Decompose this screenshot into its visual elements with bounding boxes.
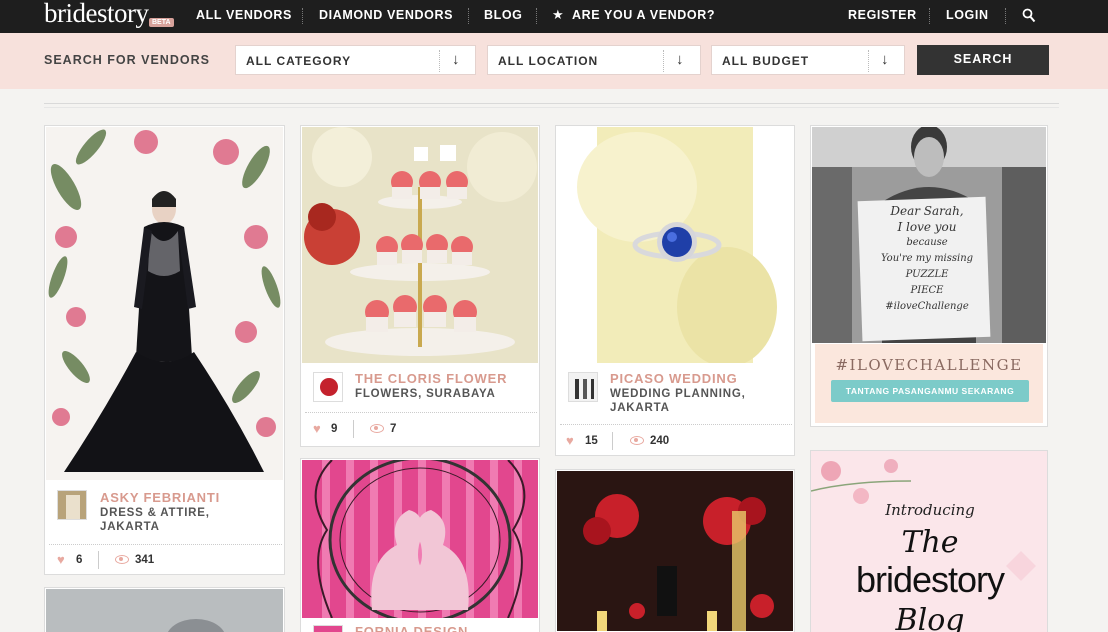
search-button[interactable]: SEARCH bbox=[917, 45, 1049, 75]
heart-icon[interactable]: ♥ bbox=[57, 552, 65, 567]
vendor-card[interactable]: FORNIA DESIGN bbox=[300, 458, 540, 632]
vendor-card[interactable]: ASKY FEBRIANTI DRESS & ATTIRE, JAKARTA ♥… bbox=[44, 125, 285, 575]
heart-icon[interactable]: ♥ bbox=[313, 421, 321, 436]
nav-divider bbox=[468, 8, 469, 24]
category-select[interactable]: ALL CATEGORY ↓ bbox=[235, 45, 476, 75]
vendor-name[interactable]: PICASO WEDDING bbox=[610, 371, 737, 386]
location-select-value: ALL LOCATION bbox=[498, 54, 599, 68]
vendor-photo[interactable] bbox=[302, 460, 538, 618]
stat-divider bbox=[98, 551, 99, 569]
divider bbox=[560, 424, 792, 425]
divider bbox=[44, 103, 1059, 104]
vendor-name[interactable]: THE CLORIS FLOWER bbox=[355, 371, 507, 386]
vendor-card[interactable] bbox=[44, 587, 285, 632]
search-label: SEARCH FOR VENDORS bbox=[44, 53, 210, 67]
arrow-down-icon: ↓ bbox=[676, 51, 684, 68]
vendor-card[interactable]: THE CLORIS FLOWER FLOWERS, SURABAYA ♥ 9 … bbox=[300, 125, 540, 447]
select-divider bbox=[439, 50, 440, 72]
vendor-category: WEDDING PLANNING, bbox=[610, 388, 746, 400]
like-count: 6 bbox=[76, 554, 83, 566]
promo-card[interactable]: Dear Sarah, I love you because You're my… bbox=[810, 125, 1048, 427]
vendor-photo[interactable] bbox=[46, 589, 283, 632]
like-count: 15 bbox=[585, 435, 598, 447]
beta-badge: BETA bbox=[149, 18, 174, 27]
like-count: 9 bbox=[331, 423, 338, 435]
vendor-thumbnail[interactable] bbox=[568, 372, 598, 402]
view-count: 341 bbox=[135, 554, 155, 566]
vendor-category: DRESS & ATTIRE, bbox=[100, 507, 210, 519]
blog-intro-text: Introducing bbox=[885, 501, 975, 519]
vendor-category: FLOWERS, SURABAYA bbox=[355, 388, 496, 400]
nav-divider bbox=[536, 8, 537, 24]
vendor-name[interactable]: ASKY FEBRIANTI bbox=[100, 490, 220, 505]
eye-icon bbox=[370, 424, 384, 433]
promo-title: #ILOVECHALLENGE bbox=[835, 356, 1023, 374]
promo-banner[interactable]: #ILOVECHALLENGE TANTANG PASANGANMU SEKAR… bbox=[815, 344, 1043, 423]
vendor-search-bar: SEARCH FOR VENDORS ALL CATEGORY ↓ ALL LO… bbox=[0, 33, 1108, 89]
budget-select-value: ALL BUDGET bbox=[722, 54, 810, 68]
select-divider bbox=[663, 50, 664, 72]
register-link[interactable]: REGISTER bbox=[848, 8, 917, 22]
vendor-photo[interactable] bbox=[557, 471, 793, 631]
stat-divider bbox=[612, 432, 613, 450]
top-navbar: bridestory BETA ALL VENDORS DIAMOND VEND… bbox=[0, 0, 1108, 33]
divider bbox=[49, 544, 282, 545]
eye-icon bbox=[630, 436, 644, 445]
view-count: 240 bbox=[650, 435, 670, 447]
promo-cta-button[interactable]: TANTANG PASANGANMU SEKARANG bbox=[831, 380, 1029, 402]
vendor-photo[interactable] bbox=[46, 127, 283, 480]
vendor-name[interactable]: FORNIA DESIGN bbox=[355, 624, 468, 632]
sign-text: Dear Sarah, I love you because You're my… bbox=[880, 204, 974, 312]
nav-divider bbox=[302, 8, 303, 24]
promo-photo[interactable]: Dear Sarah, I love you because You're my… bbox=[812, 127, 1046, 343]
blog-title-brand: bridestory bbox=[855, 559, 1005, 600]
nav-all-vendors[interactable]: ALL VENDORS bbox=[196, 8, 292, 22]
arrow-down-icon: ↓ bbox=[881, 51, 889, 68]
vendor-city: JAKARTA bbox=[100, 521, 160, 533]
divider bbox=[44, 107, 1059, 108]
login-link[interactable]: LOGIN bbox=[946, 8, 989, 22]
search-icon[interactable] bbox=[1022, 8, 1036, 24]
view-count: 7 bbox=[390, 423, 397, 435]
vendor-thumbnail[interactable] bbox=[313, 372, 343, 402]
divider bbox=[305, 412, 537, 413]
nav-diamond-vendors[interactable]: DIAMOND VENDORS bbox=[319, 8, 453, 22]
vendor-city: JAKARTA bbox=[610, 402, 670, 414]
vendor-photo[interactable] bbox=[557, 127, 793, 363]
category-select-value: ALL CATEGORY bbox=[246, 54, 352, 68]
vendor-card[interactable]: PICASO WEDDING WEDDING PLANNING, JAKARTA… bbox=[555, 125, 795, 456]
vendor-card[interactable] bbox=[555, 469, 795, 632]
nav-divider bbox=[929, 8, 930, 24]
arrow-down-icon: ↓ bbox=[452, 51, 460, 68]
location-select[interactable]: ALL LOCATION ↓ bbox=[487, 45, 701, 75]
nav-divider bbox=[1005, 8, 1006, 24]
eye-icon bbox=[115, 555, 129, 564]
heart-icon[interactable]: ♥ bbox=[566, 433, 574, 448]
blog-title-blog: Blog bbox=[895, 603, 965, 632]
blog-promo-card[interactable]: Introducing The bridestory Blog bbox=[810, 450, 1048, 632]
vendor-thumbnail[interactable] bbox=[313, 625, 343, 632]
vendor-photo[interactable] bbox=[302, 127, 538, 363]
nav-blog[interactable]: BLOG bbox=[484, 8, 523, 22]
nav-are-you-vendor[interactable]: ARE YOU A VENDOR? bbox=[572, 8, 715, 22]
logo[interactable]: bridestory bbox=[44, 0, 149, 29]
budget-select[interactable]: ALL BUDGET ↓ bbox=[711, 45, 905, 75]
stat-divider bbox=[353, 420, 354, 438]
star-icon: ★ bbox=[552, 7, 564, 22]
select-divider bbox=[868, 50, 869, 72]
blog-title-the: The bbox=[901, 525, 959, 560]
vendor-thumbnail[interactable] bbox=[57, 490, 87, 520]
